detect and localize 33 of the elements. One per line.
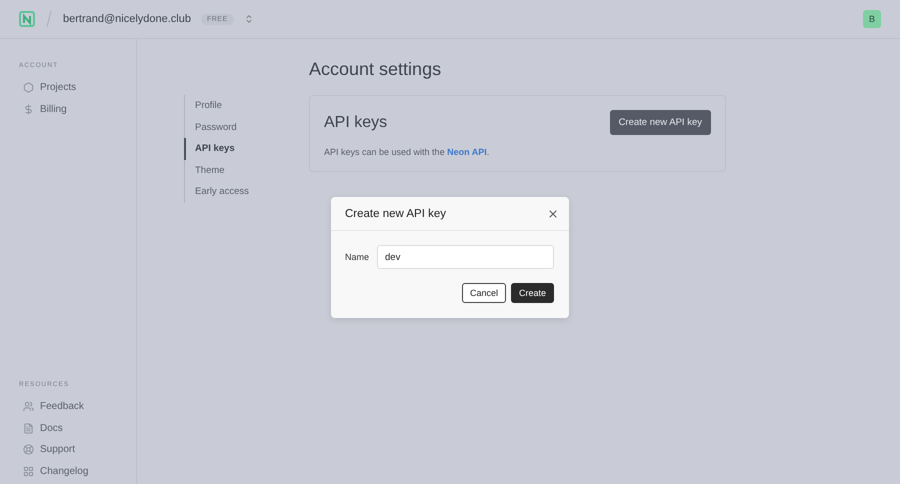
card-description: API keys can be used with the Neon API.: [324, 147, 490, 157]
create-button[interactable]: Create: [510, 283, 554, 303]
dialog-title: Create new API key: [345, 208, 446, 220]
chevrons-icon[interactable]: [244, 14, 254, 24]
sidebar-item[interactable]: Feedback: [19, 396, 136, 418]
close-icon[interactable]: [547, 208, 559, 220]
lifebuoy-icon: [23, 444, 34, 456]
card-title: API keys: [324, 114, 388, 132]
logo-icon: [19, 11, 35, 27]
cancel-button[interactable]: Cancel: [462, 283, 506, 303]
people-icon: [23, 401, 34, 412]
sidebar-item[interactable]: Changelog: [19, 460, 136, 482]
sidebar-item[interactable]: Support: [19, 439, 136, 460]
sidebar-item[interactable]: Projects: [19, 77, 136, 98]
slash-divider: [45, 10, 53, 28]
settings-tab[interactable]: Password: [184, 116, 309, 138]
field-label: Name: [345, 252, 370, 262]
settings-tab[interactable]: Profile: [184, 95, 309, 116]
account-name[interactable]: bertrand@nicelydone.club: [63, 13, 191, 25]
page-title: Account settings: [309, 59, 442, 80]
sidebar-item[interactable]: Billing: [19, 98, 136, 120]
hexagon-icon: [23, 82, 34, 94]
grid-icon: [23, 466, 34, 477]
neon-api-link[interactable]: Neon API: [447, 147, 487, 157]
name-input-field[interactable]: dev: [377, 245, 554, 269]
create-key-button[interactable]: Create new API key: [610, 110, 711, 135]
dollar-icon: [23, 104, 34, 115]
user-avatar[interactable]: B: [863, 10, 881, 28]
document-icon: [23, 422, 34, 434]
settings-tab[interactable]: API keys: [184, 138, 309, 160]
settings-tab[interactable]: Early access: [184, 181, 309, 202]
settings-tab[interactable]: Theme: [184, 160, 309, 181]
sidebar-item[interactable]: Docs: [19, 418, 136, 439]
